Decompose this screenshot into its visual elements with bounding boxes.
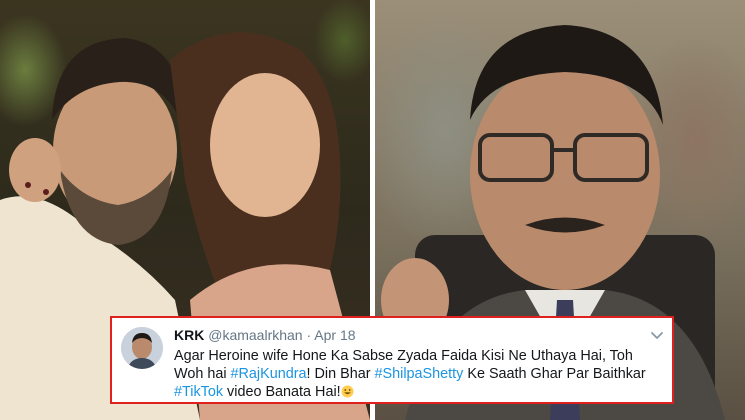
hashtag-shilpashetty[interactable]: #ShilpaShetty: [375, 366, 464, 382]
avatar-image: [121, 327, 163, 369]
tweet-header: KRK @kamaalrkhan · Apr 18: [174, 326, 356, 344]
hashtag-rajkundra[interactable]: #RajKundra: [231, 366, 307, 382]
chevron-down-icon[interactable]: [650, 328, 664, 342]
grinning-face-icon: [341, 385, 354, 398]
user-handle[interactable]: @kamaalrkhan: [208, 327, 302, 343]
tweet-card[interactable]: KRK @kamaalrkhan · Apr 18 Agar Heroine w…: [110, 316, 674, 404]
tweet-date[interactable]: Apr 18: [314, 327, 355, 343]
hashtag-tiktok[interactable]: #TikTok: [174, 384, 223, 400]
tweet-text-part4: video Banata Hai!: [223, 384, 341, 400]
header-separator: ·: [306, 327, 312, 343]
tweet-text-part2: ! Din Bhar: [306, 366, 375, 382]
display-name[interactable]: KRK: [174, 327, 204, 343]
avatar[interactable]: [121, 327, 163, 369]
tweet-text-part3: Ke Saath Ghar Par Baithkar: [463, 366, 646, 382]
tweet-text: Agar Heroine wife Hone Ka Sabse Zyada Fa…: [174, 347, 664, 401]
